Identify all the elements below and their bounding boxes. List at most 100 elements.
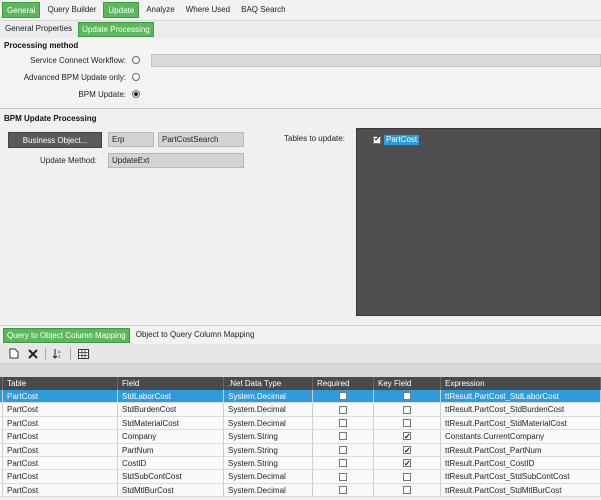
col-expression[interactable]: Expression (441, 377, 601, 390)
partcost-checkbox[interactable] (373, 134, 381, 144)
cell-table[interactable]: PartCost (3, 470, 118, 483)
cell-field[interactable]: Company (118, 430, 224, 443)
table-item-partcost[interactable]: PartCost (373, 134, 420, 145)
tab-analyze[interactable]: Analyze (142, 2, 178, 18)
workflow-field[interactable] (151, 54, 601, 67)
required-checkbox[interactable] (339, 418, 347, 427)
cell-required[interactable] (313, 443, 374, 456)
table-row[interactable]: PartCost StdMtlBurCost System.Decimal ttRes… (0, 483, 601, 498)
tab-query-to-object[interactable]: Query to Object Column Mapping (3, 327, 130, 343)
cell-required[interactable] (313, 456, 374, 470)
row-selector[interactable] (0, 456, 3, 470)
cell-field[interactable]: StdMtlBurCost (118, 483, 224, 497)
cell-required[interactable] (313, 416, 374, 430)
cell-net-data-type[interactable]: System.String (224, 443, 313, 456)
cell-key-field[interactable] (374, 416, 441, 430)
cell-required[interactable] (313, 403, 374, 416)
cell-net-data-type[interactable]: System.Decimal (224, 470, 313, 483)
tables-to-update-list[interactable]: PartCost (356, 128, 601, 316)
table-row[interactable]: PartCost StdMaterialCost System.Decimal ttR… (0, 416, 601, 431)
row-selector[interactable] (0, 443, 3, 456)
cell-table[interactable]: PartCost (3, 443, 118, 456)
row-selector[interactable] (0, 416, 3, 430)
key-field-checkbox[interactable] (403, 430, 411, 443)
cell-expression[interactable]: ttResult.PartCost_StdLaborCost (441, 390, 601, 403)
col-key-field[interactable]: Key Field (374, 377, 441, 390)
bpm-update-radio[interactable] (132, 90, 140, 98)
required-checkbox[interactable] (339, 405, 347, 414)
cell-key-field[interactable] (374, 470, 441, 483)
key-field-checkbox[interactable] (403, 485, 411, 494)
cell-table[interactable]: PartCost (3, 430, 118, 443)
table-row[interactable]: PartCost StdSubContCost System.Decimal ttRe… (0, 470, 601, 484)
cell-table[interactable]: PartCost (3, 403, 118, 416)
tab-query-builder[interactable]: Query Builder (43, 2, 100, 18)
cell-table[interactable]: PartCost (3, 416, 118, 430)
cell-field[interactable]: StdLaborCost (118, 390, 224, 403)
col-field[interactable]: Field (118, 377, 224, 390)
service-connect-radio[interactable] (132, 56, 140, 64)
tab-general-properties[interactable]: General Properties (2, 22, 75, 37)
advanced-bpm-radio[interactable] (132, 73, 140, 81)
table-row[interactable]: PartCost StdLaborCost System.Decimal ttResu… (0, 390, 601, 404)
cell-net-data-type[interactable]: System.Decimal (224, 416, 313, 430)
cell-net-data-type[interactable]: System.Decimal (224, 403, 313, 416)
row-selector[interactable] (0, 483, 3, 497)
sort-icon[interactable]: AZ (51, 347, 65, 361)
tab-general[interactable]: General (2, 2, 41, 18)
cell-required[interactable] (313, 470, 374, 483)
cell-key-field[interactable] (374, 430, 441, 443)
cell-field[interactable]: StdSubContCost (118, 470, 224, 483)
key-field-checkbox[interactable] (403, 418, 411, 427)
cell-field[interactable]: StdMaterialCost (118, 416, 224, 430)
col-net-data-type[interactable]: .Net Data Type (224, 377, 313, 390)
row-selector[interactable] (0, 403, 3, 416)
grid-settings-icon[interactable] (76, 347, 90, 361)
table-row[interactable]: PartCostCostIDSystem.String ttResult.Part… (0, 456, 601, 471)
required-checkbox[interactable] (339, 432, 347, 441)
cell-key-field[interactable] (374, 456, 441, 470)
cell-expression[interactable]: ttResult.PartCost_StdMtlBurCost (441, 483, 601, 497)
tab-object-to-query[interactable]: Object to Query Column Mapping (133, 328, 258, 343)
key-field-checkbox[interactable] (403, 472, 411, 481)
key-field-checkbox[interactable] (403, 392, 411, 401)
tab-baq-search[interactable]: BAQ Search (237, 2, 289, 18)
required-checkbox[interactable] (339, 445, 347, 454)
row-selector[interactable] (0, 430, 3, 443)
option-service-connect[interactable]: Service Connect Workflow: (0, 53, 140, 67)
cell-table[interactable]: PartCost (3, 483, 118, 497)
cell-field[interactable]: CostID (118, 456, 224, 470)
cell-field[interactable]: PartNum (118, 443, 224, 456)
cell-key-field[interactable] (374, 443, 441, 456)
row-selector[interactable] (0, 390, 3, 403)
key-field-checkbox[interactable] (403, 405, 411, 414)
cell-expression[interactable]: ttResult.PartCost_StdBurdenCost (441, 403, 601, 416)
table-row[interactable]: PartCostCompanySystem.String Constants.Cu… (0, 430, 601, 444)
cell-net-data-type[interactable]: System.String (224, 456, 313, 470)
required-checkbox[interactable] (339, 459, 347, 468)
cell-required[interactable] (313, 390, 374, 403)
required-checkbox[interactable] (339, 485, 347, 494)
business-object-button[interactable]: Business Object... (8, 132, 102, 148)
cell-expression[interactable]: ttResult.PartCost_StdSubContCost (441, 470, 601, 483)
cell-required[interactable] (313, 483, 374, 497)
delete-icon[interactable] (26, 347, 40, 361)
required-checkbox[interactable] (339, 472, 347, 481)
row-selector[interactable] (0, 470, 3, 483)
cell-required[interactable] (313, 430, 374, 443)
new-icon[interactable] (7, 347, 21, 361)
cell-expression[interactable]: ttResult.PartCost_PartNum (441, 443, 601, 456)
col-table[interactable]: Table (3, 377, 118, 390)
key-field-checkbox[interactable] (403, 444, 411, 456)
option-bpm-update[interactable]: BPM Update: (0, 87, 140, 101)
cell-key-field[interactable] (374, 390, 441, 403)
table-row[interactable]: PartCost StdBurdenCost System.Decimal ttRes… (0, 403, 601, 417)
cell-expression[interactable]: ttResult.PartCost_StdMaterialCost (441, 416, 601, 430)
option-advanced-bpm[interactable]: Advanced BPM Update only: (0, 70, 140, 84)
cell-key-field[interactable] (374, 483, 441, 497)
tab-update-processing[interactable]: Update Processing (78, 22, 154, 37)
cell-table[interactable]: PartCost (3, 390, 118, 403)
key-field-checkbox[interactable] (403, 457, 411, 469)
cell-net-data-type[interactable]: System.String (224, 430, 313, 443)
tab-update[interactable]: Update (103, 2, 140, 18)
